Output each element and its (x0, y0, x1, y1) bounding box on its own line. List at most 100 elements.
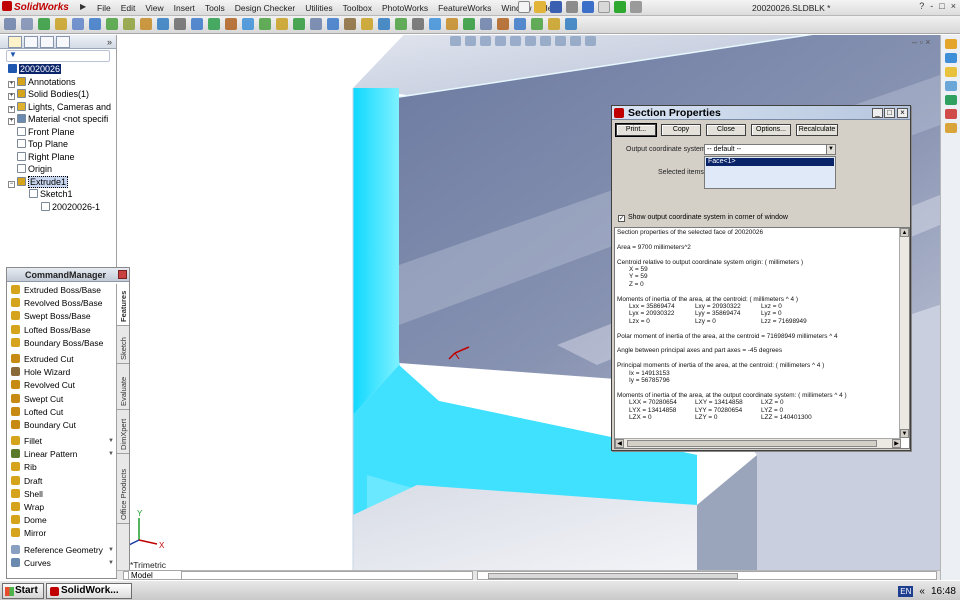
toolbar-tool-icon[interactable] (531, 18, 543, 30)
command-manager-title[interactable]: CommandManager (7, 268, 129, 282)
cm-tab-sketch[interactable]: Sketch (117, 326, 129, 364)
print-button[interactable]: Print... (615, 123, 657, 137)
scroll-thumb[interactable] (627, 440, 877, 447)
menu-photoworks[interactable]: PhotoWorks (377, 0, 433, 16)
menu-design-checker[interactable]: Design Checker (230, 0, 300, 16)
cm-extruded-cut-button[interactable]: Extruded Cut (7, 353, 115, 366)
toolbar-tool-icon[interactable] (480, 18, 492, 30)
cm-swept-boss-base-button[interactable]: Swept Boss/Base (7, 310, 115, 323)
cm-tab-features[interactable]: Features (117, 284, 129, 326)
cm-lofted-boss-base-button[interactable]: Lofted Boss/Base (7, 324, 115, 337)
search-tab-icon[interactable] (945, 81, 957, 91)
toolbar-tool-icon[interactable] (293, 18, 305, 30)
help-icon[interactable]: ? (919, 1, 924, 11)
chevron-down-icon[interactable]: ▼ (108, 544, 114, 557)
toolbar-tool-icon[interactable] (140, 18, 152, 30)
toolbar-tool-icon[interactable] (21, 18, 33, 30)
toolbar-tool-icon[interactable] (242, 18, 254, 30)
tree-item-lights-cameras-and[interactable]: + Lights, Cameras and (0, 101, 116, 114)
save-icon[interactable] (550, 1, 562, 13)
graphics-horizontal-scrollbar[interactable] (117, 570, 940, 580)
tree-item-origin[interactable]: Origin (0, 163, 116, 176)
tree-root[interactable]: 20020026 (0, 63, 116, 76)
design-library-tab-icon[interactable] (945, 53, 957, 63)
results-vertical-scrollbar[interactable]: ▲ ▼ (899, 228, 909, 438)
display-style-icon[interactable] (525, 36, 536, 46)
previous-view-icon[interactable] (480, 36, 491, 46)
cm-fillet-button[interactable]: Fillet ▼ (7, 435, 115, 448)
tree-item-solid-bodies-1[interactable]: + Solid Bodies(1) (0, 88, 116, 101)
clock[interactable]: 16:48 (931, 586, 956, 597)
selected-items-list[interactable]: Face<1> (704, 156, 836, 189)
toolbar-tool-icon[interactable] (514, 18, 526, 30)
display-manager-tab[interactable] (56, 35, 70, 48)
cm-boundary-boss-base-button[interactable]: Boundary Boss/Base (7, 337, 115, 350)
cm-extruded-boss-base-button[interactable]: Extruded Boss/Base (7, 284, 115, 297)
horizontal-scroll-track[interactable] (477, 571, 937, 580)
property-manager-tab[interactable] (24, 35, 38, 48)
show-cs-checkbox-row[interactable]: ✓ Show output coordinate system in corner… (618, 213, 788, 222)
output-cs-select[interactable]: -- default -- ▼ (704, 144, 836, 155)
undo-icon[interactable] (582, 1, 594, 13)
menu-pin-icon[interactable]: ▶ (80, 2, 86, 11)
cm-draft-button[interactable]: Draft (7, 475, 115, 488)
section-view-icon[interactable] (495, 36, 506, 46)
toolbar-tool-icon[interactable] (55, 18, 67, 30)
toolbar-tool-icon[interactable] (429, 18, 441, 30)
toolbar-tool-icon[interactable] (446, 18, 458, 30)
expand-icon[interactable]: + (8, 105, 15, 113)
edit-appearance-icon[interactable] (555, 36, 566, 46)
toolbar-tool-icon[interactable] (123, 18, 135, 30)
chevron-down-icon[interactable]: ▼ (108, 448, 114, 461)
cm-revolved-boss-base-button[interactable]: Revolved Boss/Base (7, 297, 115, 310)
solidworks-logo[interactable]: SolidWorks (2, 1, 82, 15)
resources-tab-icon[interactable] (945, 39, 957, 49)
scroll-down-icon[interactable]: ▼ (900, 429, 909, 438)
cm-linear-pattern-button[interactable]: Linear Pattern ▼ (7, 448, 115, 461)
toolbar-tool-icon[interactable] (259, 18, 271, 30)
cm-lofted-cut-button[interactable]: Lofted Cut (7, 406, 115, 419)
close-icon[interactable]: × (951, 1, 956, 11)
menu-utilities[interactable]: Utilities (300, 0, 337, 16)
toolbar-tool-icon[interactable] (378, 18, 390, 30)
tree-item-right-plane[interactable]: Right Plane (0, 151, 116, 164)
cm-revolved-cut-button[interactable]: Revolved Cut (7, 379, 115, 392)
maximize-icon[interactable]: □ (939, 1, 944, 11)
taskbar-solidworks-button[interactable]: SolidWork... (46, 583, 132, 599)
toolbar-tool-icon[interactable] (225, 18, 237, 30)
cm-rib-button[interactable]: Rib (7, 461, 115, 474)
dialog-title-bar[interactable]: Section Properties _ □ × (612, 106, 910, 120)
zoom-area-icon[interactable] (465, 36, 476, 46)
menu-file[interactable]: File (92, 0, 116, 16)
toolbar-tool-icon[interactable] (191, 18, 203, 30)
toolbar-tool-icon[interactable] (276, 18, 288, 30)
expand-icon[interactable]: + (8, 118, 15, 125)
cm-shell-button[interactable]: Shell (7, 488, 115, 501)
toolbar-tool-icon[interactable] (463, 18, 475, 30)
menu-featureworks[interactable]: FeatureWorks (433, 0, 496, 16)
scroll-thumb[interactable] (488, 573, 738, 579)
minimize-icon[interactable]: _ (872, 108, 883, 118)
close-icon[interactable]: × (925, 37, 930, 47)
options-icon[interactable] (630, 1, 642, 13)
configuration-manager-tab[interactable] (40, 35, 54, 48)
menu-toolbox[interactable]: Toolbox (338, 0, 377, 16)
new-document-icon[interactable] (518, 1, 530, 13)
scroll-up-icon[interactable]: ▲ (900, 228, 909, 237)
selected-face-vertical-leg[interactable] (353, 88, 399, 415)
cm-curves-button[interactable]: Curves ▼ (7, 557, 115, 570)
close-icon[interactable] (118, 270, 127, 279)
list-item[interactable]: Face<1> (706, 158, 834, 166)
close-icon[interactable]: × (897, 108, 908, 118)
results-horizontal-scrollbar[interactable]: ◀ ▶ (615, 438, 901, 448)
toolbar-tool-icon[interactable] (208, 18, 220, 30)
custom-properties-tab-icon[interactable] (945, 123, 957, 133)
copy-button[interactable]: Copy (661, 124, 701, 136)
start-button[interactable]: Start (2, 583, 44, 599)
close-button[interactable]: Close (706, 124, 746, 136)
expand-icon[interactable]: + (8, 80, 15, 88)
scroll-left-icon[interactable]: ◀ (615, 439, 624, 448)
cm-dome-button[interactable]: Dome (7, 514, 115, 527)
cm-mirror-button[interactable]: Mirror (7, 527, 115, 540)
toolbar-tool-icon[interactable] (565, 18, 577, 30)
